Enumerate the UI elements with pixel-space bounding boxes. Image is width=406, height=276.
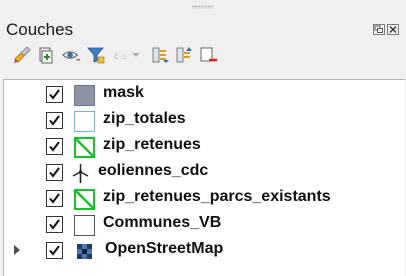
filter-legend-icon <box>87 47 105 64</box>
hatch-symbol-icon <box>74 189 95 210</box>
panel-title: Couches <box>6 20 74 39</box>
layer-label: Communes_VB <box>103 214 222 231</box>
svg-text:⌂: ⌂ <box>121 51 126 61</box>
layer-styling-button[interactable] <box>12 44 32 66</box>
checkmark-icon <box>49 193 60 204</box>
layer-row-zip-totales[interactable]: zip_totales <box>4 108 405 133</box>
checkmark-icon <box>49 89 60 100</box>
panel-drag-handle[interactable] <box>0 0 406 14</box>
filter-by-expression-icon: ε ⌂ <box>114 47 140 62</box>
collapse-all-icon <box>176 47 192 63</box>
checkmark-icon <box>49 115 60 126</box>
layer-label: OpenStreetMap <box>105 240 224 257</box>
expand-arrow-icon[interactable] <box>14 245 20 255</box>
layer-label: zip_retenues_parcs_existants <box>103 188 331 205</box>
layer-label: eoliennes_cdc <box>98 162 209 179</box>
outline-symbol-icon <box>74 111 95 132</box>
layer-visibility-checkbox[interactable] <box>46 216 63 233</box>
hatch-symbol-icon <box>74 137 95 158</box>
manage-visibility-icon <box>62 51 81 62</box>
float-icon <box>374 25 383 33</box>
fill-symbol-icon <box>74 85 95 106</box>
layer-visibility-checkbox[interactable] <box>46 164 63 181</box>
layers-tree[interactable]: mask zip_totales zip_retenues eoliennes_… <box>3 79 405 276</box>
close-icon <box>389 26 397 33</box>
add-group-icon <box>39 47 53 64</box>
layer-row-communes-vb[interactable]: Communes_VB <box>4 212 405 237</box>
layer-row-eoliennes-cdc[interactable]: eoliennes_cdc <box>4 160 405 185</box>
layer-row-mask[interactable]: mask <box>4 82 405 107</box>
remove-layer-button[interactable] <box>198 44 218 66</box>
raster-tile-icon <box>77 244 92 259</box>
layers-toolbar: ε ⌂ <box>0 44 406 74</box>
layer-visibility-checkbox[interactable] <box>46 138 63 155</box>
filter-by-expression-button[interactable]: ε ⌂ <box>111 44 141 66</box>
layer-visibility-checkbox[interactable] <box>46 112 63 129</box>
layer-styling-icon <box>14 46 31 63</box>
manage-visibility-button[interactable] <box>61 44 81 66</box>
outline-symbol-icon <box>74 215 95 236</box>
layer-visibility-checkbox[interactable] <box>46 190 63 207</box>
grip-dots <box>192 5 214 9</box>
layer-row-openstreetmap[interactable]: OpenStreetMap <box>4 238 405 263</box>
close-panel-button[interactable] <box>387 24 399 35</box>
layer-visibility-checkbox[interactable] <box>46 242 63 259</box>
svg-text:ε: ε <box>114 47 120 62</box>
add-group-button[interactable] <box>36 44 56 66</box>
checkmark-icon <box>49 245 60 256</box>
checkmark-icon <box>49 167 60 178</box>
layer-row-zip-retenues[interactable]: zip_retenues <box>4 134 405 159</box>
expand-all-button[interactable] <box>150 44 170 66</box>
layer-label: zip_totales <box>103 110 186 127</box>
layer-label: zip_retenues <box>103 136 201 153</box>
float-panel-button[interactable] <box>373 24 385 35</box>
layer-row-zip-retenues-parcs-existants[interactable]: zip_retenues_parcs_existants <box>4 186 405 211</box>
layer-visibility-checkbox[interactable] <box>46 86 63 103</box>
expand-all-icon <box>152 47 169 63</box>
collapse-all-button[interactable] <box>174 44 194 66</box>
checkmark-icon <box>49 219 60 230</box>
checkmark-icon <box>49 141 60 152</box>
remove-layer-icon <box>200 47 217 62</box>
wind-turbine-icon <box>72 164 89 183</box>
layer-label: mask <box>103 84 144 101</box>
filter-legend-button[interactable] <box>86 44 106 66</box>
